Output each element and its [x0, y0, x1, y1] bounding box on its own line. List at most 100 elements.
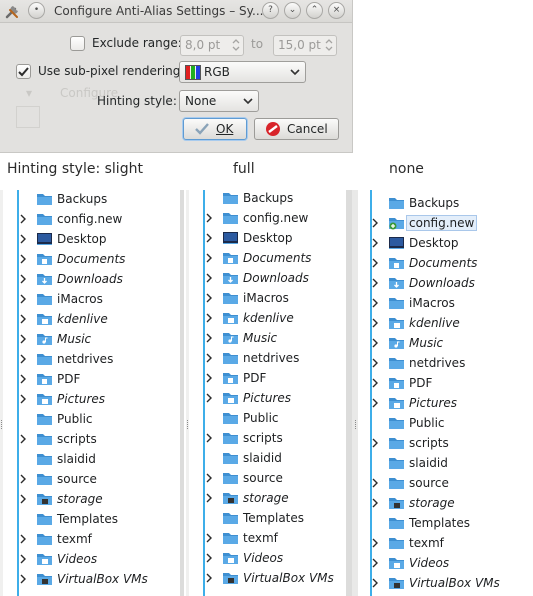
folder-row[interactable]: VirtualBox VMs [186, 569, 352, 589]
folder-row[interactable]: source [0, 470, 184, 490]
folder-row[interactable]: kdenlive [186, 309, 352, 329]
folder-row[interactable]: Documents [0, 250, 184, 270]
tools-icon[interactable] [4, 2, 22, 20]
folder-row[interactable]: slaidid [186, 449, 352, 469]
folder-row[interactable]: scripts [0, 430, 184, 450]
chevron-right-icon[interactable] [372, 318, 379, 328]
folder-row[interactable]: kdenlive [352, 314, 533, 334]
chevron-right-icon[interactable] [206, 433, 213, 443]
folder-row[interactable]: VirtualBox VMs [352, 574, 533, 594]
chevron-right-icon[interactable] [206, 333, 213, 343]
folder-row[interactable]: storage [0, 490, 184, 510]
folder-row[interactable]: Music [186, 329, 352, 349]
subpixel-combo[interactable]: RGB [179, 61, 306, 83]
chevron-right-icon[interactable] [206, 293, 213, 303]
chevron-right-icon[interactable] [20, 474, 27, 484]
chevron-right-icon[interactable] [206, 373, 213, 383]
chevron-right-icon[interactable] [372, 378, 379, 388]
range-from-spinbox[interactable]: 8,0 pt [180, 35, 244, 56]
chevron-right-icon[interactable] [20, 494, 27, 504]
folder-row[interactable]: Backups [186, 190, 352, 209]
window-menu-button[interactable]: • [28, 2, 45, 19]
chevron-right-icon[interactable] [206, 393, 213, 403]
folder-row[interactable]: Desktop [0, 230, 184, 250]
folder-row[interactable]: Pictures [0, 390, 184, 410]
chevron-right-icon[interactable] [20, 274, 27, 284]
folder-row[interactable]: Videos [352, 554, 533, 574]
close-button[interactable]: × [328, 2, 345, 19]
folder-row[interactable]: PDF [352, 374, 533, 394]
chevron-right-icon[interactable] [372, 238, 379, 248]
chevron-right-icon[interactable] [206, 533, 213, 543]
chevron-right-icon[interactable] [206, 553, 213, 563]
chevron-right-icon[interactable] [20, 254, 27, 264]
folder-row[interactable]: slaidid [0, 450, 184, 470]
chevron-right-icon[interactable] [20, 214, 27, 224]
folder-row[interactable]: Templates [186, 509, 352, 529]
folder-row[interactable]: slaidid [352, 454, 533, 474]
chevron-right-icon[interactable] [20, 334, 27, 344]
chevron-right-icon[interactable] [20, 374, 27, 384]
folder-row[interactable]: Music [352, 334, 533, 354]
folder-row[interactable]: config.new [0, 210, 184, 230]
folder-row[interactable]: Desktop [352, 234, 533, 254]
folder-row[interactable]: Downloads [0, 270, 184, 290]
folder-row[interactable]: PDF [0, 370, 184, 390]
folder-row[interactable]: config.new [352, 214, 533, 234]
folder-row[interactable]: iMacros [186, 289, 352, 309]
exclude-range-checkbox[interactable] [70, 36, 85, 51]
folder-row[interactable]: iMacros [0, 290, 184, 310]
folder-row[interactable]: Downloads [186, 269, 352, 289]
folder-row[interactable]: Backups [0, 190, 184, 210]
maximize-button[interactable]: ⌃ [306, 2, 323, 19]
chevron-right-icon[interactable] [20, 434, 27, 444]
chevron-right-icon[interactable] [206, 473, 213, 483]
chevron-right-icon[interactable] [20, 314, 27, 324]
chevron-right-icon[interactable] [372, 298, 379, 308]
chevron-right-icon[interactable] [20, 534, 27, 544]
folder-row[interactable]: Desktop [186, 229, 352, 249]
folder-row[interactable]: Videos [186, 549, 352, 569]
folder-row[interactable]: source [352, 474, 533, 494]
chevron-right-icon[interactable] [372, 278, 379, 288]
folder-row[interactable]: netdrives [0, 350, 184, 370]
folder-row[interactable]: PDF [186, 369, 352, 389]
folder-row[interactable]: Documents [352, 254, 533, 274]
folder-row[interactable]: netdrives [352, 354, 533, 374]
chevron-right-icon[interactable] [20, 394, 27, 404]
folder-row[interactable]: Pictures [186, 389, 352, 409]
folder-row[interactable]: Public [0, 410, 184, 430]
folder-row[interactable]: scripts [186, 429, 352, 449]
chevron-right-icon[interactable] [372, 398, 379, 408]
folder-row[interactable]: Public [352, 414, 533, 434]
folder-row[interactable]: texmf [352, 534, 533, 554]
folder-row[interactable]: iMacros [352, 294, 533, 314]
folder-row[interactable]: Templates [352, 514, 533, 534]
chevron-right-icon[interactable] [206, 493, 213, 503]
folder-row[interactable]: scripts [352, 434, 533, 454]
folder-row[interactable]: config.new [186, 209, 352, 229]
folder-row[interactable]: VirtualBox VMs [0, 570, 184, 590]
chevron-right-icon[interactable] [206, 313, 213, 323]
chevron-right-icon[interactable] [206, 353, 213, 363]
folder-row[interactable]: storage [352, 494, 533, 514]
chevron-right-icon[interactable] [372, 538, 379, 548]
cancel-button[interactable]: Cancel [254, 118, 339, 140]
folder-row[interactable]: Templates [0, 510, 184, 530]
chevron-right-icon[interactable] [206, 273, 213, 283]
range-to-spinbox[interactable]: 15,0 pt [273, 35, 337, 56]
chevron-right-icon[interactable] [20, 554, 27, 564]
subpixel-checkbox[interactable] [16, 64, 31, 79]
chevron-right-icon[interactable] [372, 358, 379, 368]
chevron-right-icon[interactable] [206, 233, 213, 243]
chevron-right-icon[interactable] [20, 294, 27, 304]
chevron-right-icon[interactable] [372, 438, 379, 448]
chevron-right-icon[interactable] [372, 558, 379, 568]
folder-row[interactable]: texmf [186, 529, 352, 549]
folder-row[interactable]: Public [186, 409, 352, 429]
folder-row[interactable]: kdenlive [0, 310, 184, 330]
folder-row[interactable]: Documents [186, 249, 352, 269]
chevron-right-icon[interactable] [372, 218, 379, 228]
chevron-right-icon[interactable] [20, 354, 27, 364]
ok-button[interactable]: OK [183, 118, 247, 140]
